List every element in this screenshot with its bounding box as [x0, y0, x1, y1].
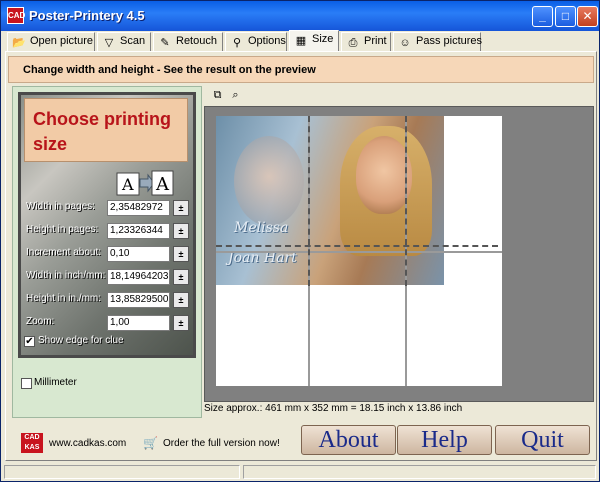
show-edge-label: Show edge for clue [38, 335, 124, 346]
resize-letters-icon: A A [116, 170, 174, 196]
window-title: Poster-Printery 4.5 [29, 8, 145, 23]
face-image [356, 136, 412, 214]
zoom-label: Zoom: [26, 316, 55, 327]
help-button[interactable]: Help [397, 425, 492, 455]
tab-pass-pictures[interactable]: ☺ Pass pictures [393, 32, 482, 51]
settings-photo-frame: Choose printing size A A Width in pages:… [18, 92, 196, 358]
ghost-face-image [234, 136, 304, 226]
maximize-button[interactable]: □ [555, 6, 576, 27]
width-inch-input[interactable]: 18,14964203 [107, 269, 170, 285]
show-edge-checkbox[interactable]: ✔ [24, 336, 35, 347]
width-pages-stepper[interactable]: ± [173, 200, 189, 216]
svg-text:A: A [121, 175, 134, 194]
instruction-text: Change width and height - See the result… [23, 64, 316, 76]
increment-input[interactable]: 0,10 [107, 246, 170, 262]
order-icon: 🛒 [143, 436, 158, 450]
svg-text:A: A [155, 174, 170, 195]
zoom-icon[interactable]: ⌕ [228, 88, 243, 102]
cadkas-logo-icon: CAD KAS [21, 433, 43, 453]
tab-size[interactable]: ▦ Size [289, 30, 339, 52]
width-inch-label: Width in inch/mm: [26, 270, 106, 281]
tab-scan[interactable]: ▽ Scan [97, 32, 151, 51]
increment-label: Increment about: [26, 247, 102, 258]
width-inch-stepper[interactable]: ± [173, 269, 189, 285]
poster-image: Melissa Joan Hart [216, 116, 444, 285]
status-cell-1 [4, 465, 240, 479]
millimeter-label: Millimeter [34, 377, 77, 388]
size-status-text: Size approx.: 461 mm x 352 mm = 18.15 in… [204, 403, 463, 414]
person-icon: ☺ [399, 37, 411, 49]
zoom-stepper[interactable]: ± [173, 315, 189, 331]
bottom-bar: CAD KAS www.cadkas.com 🛒 Order the full v… [5, 421, 597, 459]
cut-line-v1 [308, 116, 310, 286]
retouch-icon: ✎ [160, 37, 170, 49]
increment-stepper[interactable]: ± [173, 246, 189, 262]
cut-line-v2 [405, 116, 407, 286]
zoom-input[interactable]: 1,00 [107, 315, 170, 331]
grid-icon: ▦ [295, 35, 307, 47]
status-bar [1, 463, 599, 481]
title-bar[interactable]: CAD Poster-Printery 4.5 _ □ ✕ [1, 1, 599, 31]
close-button[interactable]: ✕ [577, 6, 598, 27]
app-logo-icon: CAD [7, 7, 25, 24]
folder-open-icon: 📂 [12, 37, 26, 49]
panel-heading: Choose printing size [33, 109, 171, 154]
signature-line-1: Melissa [234, 220, 289, 236]
height-inch-input[interactable]: 13,85829500 [107, 292, 170, 308]
width-pages-label: Width in pages: [26, 201, 95, 212]
tab-open-picture[interactable]: 📂 Open picture [7, 32, 95, 51]
order-link[interactable]: Order the full version now! [163, 438, 280, 449]
tab-options[interactable]: ⚲ Options [225, 32, 287, 51]
quit-button[interactable]: Quit [495, 425, 590, 455]
heading-box: Choose printing size [24, 98, 188, 162]
website-link[interactable]: www.cadkas.com [49, 438, 126, 449]
height-inch-stepper[interactable]: ± [173, 292, 189, 308]
fit-view-icon[interactable]: ⧉ [210, 88, 225, 102]
size-settings-panel: Choose printing size A A Width in pages:… [12, 86, 202, 418]
funnel-icon: ▽ [104, 37, 114, 49]
tab-strip: 📂 Open picture ▽ Scan ✎ Retouch ⚲ Options ▦ S… [5, 30, 597, 52]
poster-preview[interactable]: Melissa Joan Hart [204, 106, 594, 402]
about-button[interactable]: About [301, 425, 396, 455]
size-page: Change width and height - See the result… [5, 51, 597, 461]
height-pages-input[interactable]: 1,23326344 [107, 223, 170, 239]
instruction-banner: Change width and height - See the result… [8, 56, 594, 83]
paper-sheets: Melissa Joan Hart [216, 116, 502, 386]
status-cell-2 [243, 465, 596, 479]
height-pages-stepper[interactable]: ± [173, 223, 189, 239]
page-divider-h1 [216, 251, 502, 253]
tab-retouch[interactable]: ✎ Retouch [153, 32, 223, 51]
minimize-button[interactable]: _ [532, 6, 553, 27]
width-pages-input[interactable]: 2,35482972 [107, 200, 170, 216]
height-inch-label: Height in in./mm: [26, 293, 102, 304]
preview-toolbar: ⧉ ⌕ [206, 86, 246, 104]
tab-print[interactable]: ⎙ Print [341, 32, 391, 51]
printer-icon: ⎙ [348, 37, 358, 49]
binoculars-icon: ⚲ [232, 37, 242, 49]
cut-line-h1 [216, 245, 498, 247]
height-pages-label: Height in pages: [26, 224, 99, 235]
millimeter-checkbox[interactable] [21, 378, 32, 389]
app-window: CAD Poster-Printery 4.5 _ □ ✕ 📂 Open pict… [0, 0, 600, 482]
